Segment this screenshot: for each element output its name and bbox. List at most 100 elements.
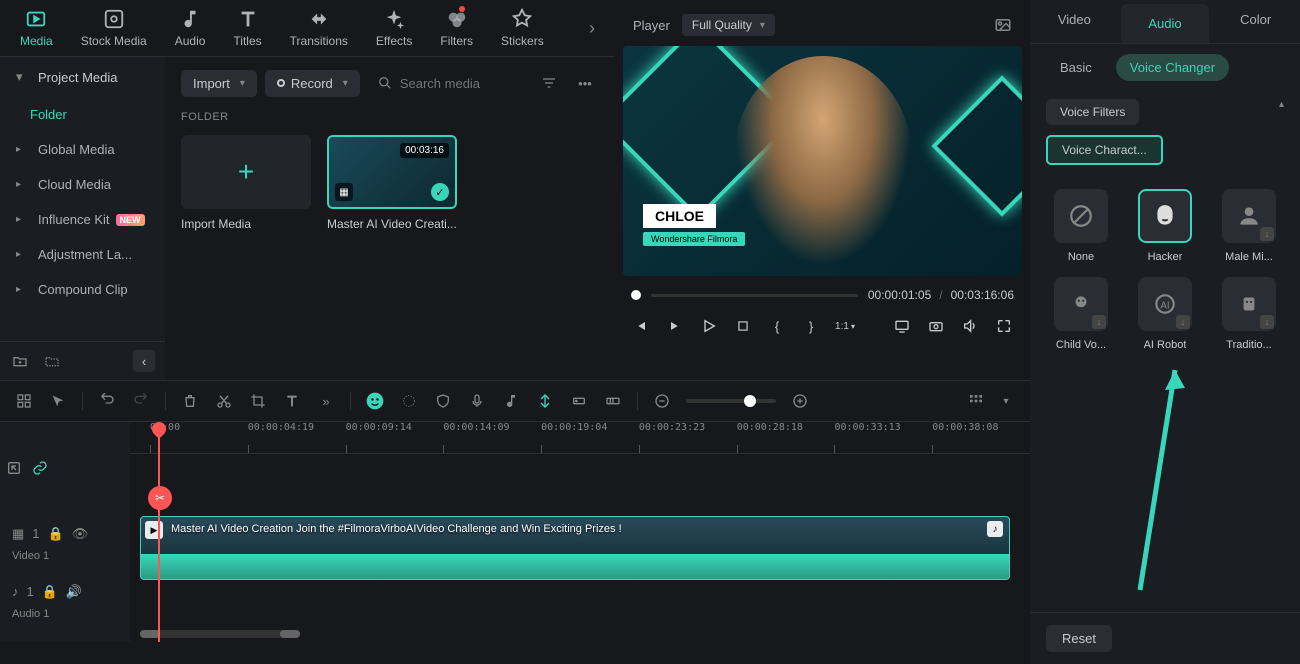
mark-in-button[interactable]: { xyxy=(767,316,787,336)
text-icon[interactable] xyxy=(282,391,302,411)
music-icon[interactable] xyxy=(501,391,521,411)
mic-icon[interactable] xyxy=(467,391,487,411)
undo-icon[interactable] xyxy=(97,391,117,411)
lock-icon[interactable]: 🔒 xyxy=(48,526,64,542)
voice-filters-button[interactable]: Voice Filters xyxy=(1046,99,1139,125)
volume-icon[interactable] xyxy=(960,316,980,336)
grid-density-icon[interactable] xyxy=(966,391,986,411)
sidebar-adjustment-layer[interactable]: ▸Adjustment La... xyxy=(0,237,165,272)
timeline-tracks[interactable]: 00:00 00:00:04:19 00:00:09:14 00:00:14:0… xyxy=(130,422,1030,642)
sidebar-compound-clip[interactable]: ▸Compound Clip xyxy=(0,272,165,307)
tool-stock-media[interactable]: Stock Media xyxy=(81,8,147,48)
lock-icon[interactable]: 🔒 xyxy=(42,584,58,600)
speed-icon[interactable] xyxy=(603,391,623,411)
mute-icon[interactable]: 🔊 xyxy=(66,584,82,600)
clip-title: Master AI Video Creati... xyxy=(327,217,457,231)
media-clip-card[interactable]: 00:03:16 ▦ ✓ Master AI Video Creati... xyxy=(327,135,457,231)
density-dropdown-icon[interactable]: ▾ xyxy=(996,391,1016,411)
snapshot-icon[interactable] xyxy=(994,16,1012,34)
zoom-in-icon[interactable] xyxy=(790,391,810,411)
tab-color[interactable]: Color xyxy=(1211,0,1300,43)
video-track-label[interactable]: ▦1🔒👁 xyxy=(0,514,130,554)
scrub-track[interactable] xyxy=(651,294,858,297)
marker-icon[interactable] xyxy=(535,391,555,411)
tool-transitions[interactable]: Transitions xyxy=(290,8,348,48)
sidebar-global-media[interactable]: ▸Global Media xyxy=(0,132,165,167)
chevron-right-icon: ▸ xyxy=(16,179,28,190)
audio-track-label[interactable]: ♪1🔒🔊 xyxy=(0,572,130,612)
zoom-thumb[interactable] xyxy=(744,395,756,407)
stop-button[interactable] xyxy=(733,316,753,336)
tool-titles[interactable]: Titles xyxy=(233,8,261,48)
tool-stickers[interactable]: Stickers xyxy=(501,8,544,48)
timeline-ruler[interactable]: 00:00 00:00:04:19 00:00:09:14 00:00:14:0… xyxy=(130,422,1030,454)
prev-frame-button[interactable] xyxy=(631,316,651,336)
sidebar-influence-kit[interactable]: ▸Influence KitNEW xyxy=(0,202,165,237)
import-media-card[interactable]: + Import Media xyxy=(181,135,311,231)
voice-hacker[interactable]: Hacker xyxy=(1130,189,1200,263)
crop-icon[interactable] xyxy=(248,391,268,411)
more-options-icon[interactable]: ••• xyxy=(571,69,599,97)
grid-view-icon[interactable] xyxy=(14,391,34,411)
record-button[interactable]: Record▾ xyxy=(265,70,360,97)
zoom-slider[interactable] xyxy=(686,399,776,403)
tool-effects[interactable]: Effects xyxy=(376,8,412,48)
subtab-basic[interactable]: Basic xyxy=(1046,54,1106,81)
voice-ai-robot[interactable]: AI↓ AI Robot xyxy=(1130,277,1200,351)
ruler-mark: 00:00:38:08 xyxy=(932,422,1030,453)
scrollbar-thumb[interactable] xyxy=(140,630,160,638)
zoom-out-icon[interactable] xyxy=(652,391,672,411)
reset-button[interactable]: Reset xyxy=(1046,625,1112,652)
toolbar-more-chevron[interactable]: › xyxy=(589,18,595,39)
pointer-icon[interactable] xyxy=(48,391,68,411)
quality-dropdown[interactable]: Full Quality▾ xyxy=(682,14,775,36)
voice-none[interactable]: None xyxy=(1046,189,1116,263)
import-button[interactable]: Import▾ xyxy=(181,70,257,97)
cut-icon[interactable] xyxy=(214,391,234,411)
filter-sort-icon[interactable] xyxy=(535,69,563,97)
display-mode-icon[interactable] xyxy=(892,316,912,336)
tool-filters[interactable]: Filters xyxy=(440,8,473,48)
folder-label[interactable]: Folder xyxy=(0,97,165,132)
tool-media[interactable]: Media xyxy=(20,8,53,48)
playhead[interactable] xyxy=(158,422,160,642)
scrollbar-thumb[interactable] xyxy=(280,630,300,638)
cut-marker[interactable]: ✂ xyxy=(148,486,172,510)
new-folder-alt-icon[interactable] xyxy=(42,351,62,371)
link-left-icon[interactable] xyxy=(6,460,22,476)
delete-icon[interactable] xyxy=(180,391,200,411)
scrub-handle[interactable] xyxy=(631,290,641,300)
shield-icon[interactable] xyxy=(433,391,453,411)
sidebar-cloud-media[interactable]: ▸Cloud Media xyxy=(0,167,165,202)
more-tools-icon[interactable]: » xyxy=(316,391,336,411)
preview-video[interactable]: CHLOE Wondershare Filmora xyxy=(623,46,1022,276)
timeline-scrollbar[interactable] xyxy=(140,630,300,638)
collapse-arrow-icon[interactable]: ▴ xyxy=(1279,99,1284,110)
fullscreen-icon[interactable] xyxy=(994,316,1014,336)
project-media-header[interactable]: ▾ Project Media xyxy=(0,57,165,97)
visibility-icon[interactable]: 👁 xyxy=(72,526,89,542)
tab-audio[interactable]: Audio xyxy=(1121,4,1210,43)
timeline-clip[interactable]: ▶ Master AI Video Creation Join the #Fil… xyxy=(140,516,1010,580)
voice-child[interactable]: ↓ Child Vo... xyxy=(1046,277,1116,351)
ai-avatar-icon[interactable] xyxy=(365,391,385,411)
sparkle-icon[interactable] xyxy=(399,391,419,411)
subtab-voice-changer[interactable]: Voice Changer xyxy=(1116,54,1229,81)
tab-video[interactable]: Video xyxy=(1030,0,1119,43)
redo-icon[interactable] xyxy=(131,391,151,411)
link-icon[interactable] xyxy=(32,460,48,476)
keyframe-icon[interactable] xyxy=(569,391,589,411)
new-folder-icon[interactable] xyxy=(10,351,30,371)
voice-traditional[interactable]: ↓ Traditio... xyxy=(1214,277,1284,351)
mark-out-button[interactable]: } xyxy=(801,316,821,336)
timeline-panel: » ▾ xyxy=(0,380,1030,664)
collapse-sidebar-button[interactable]: ‹ xyxy=(133,350,155,372)
voice-character-button[interactable]: Voice Charact... xyxy=(1046,135,1163,165)
play-button[interactable] xyxy=(699,316,719,336)
ratio-button[interactable]: 1:1▾ xyxy=(835,316,855,336)
voice-male[interactable]: ↓ Male Mi... xyxy=(1214,189,1284,263)
search-input[interactable] xyxy=(400,76,517,91)
camera-icon[interactable] xyxy=(926,316,946,336)
next-frame-button[interactable] xyxy=(665,316,685,336)
tool-audio[interactable]: Audio xyxy=(175,8,206,48)
